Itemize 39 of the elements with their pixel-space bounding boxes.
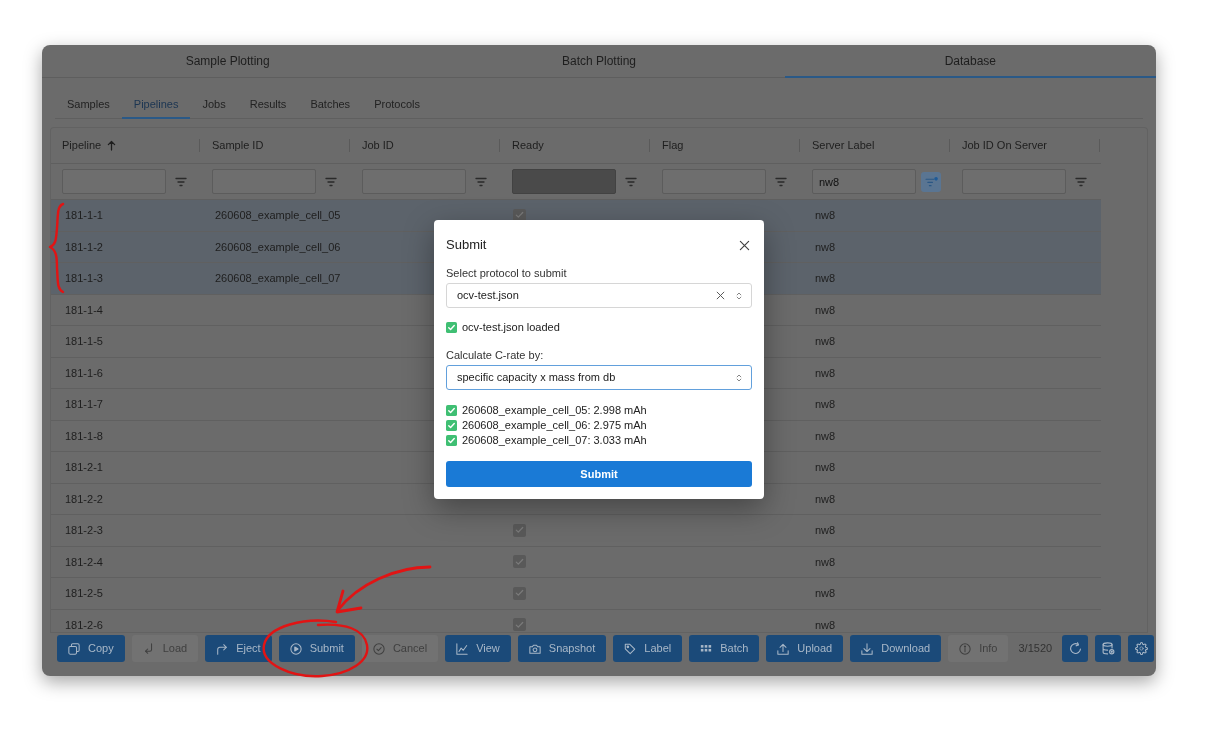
- dialog-title: Submit: [446, 236, 487, 255]
- sample-id: 260608_example_cell_05: [215, 208, 341, 223]
- server-label: nw8: [815, 617, 836, 632]
- server-label: nw8: [815, 271, 836, 286]
- server-label: nw8: [815, 239, 836, 255]
- pipeline-id: 181-2-3: [65, 523, 103, 538]
- server-label: nw8: [815, 428, 836, 444]
- status-text: ocv-test.json loaded: [462, 320, 560, 336]
- pipeline-id: 181-1-8: [65, 428, 103, 444]
- field-label: Select protocol to submit: [446, 266, 568, 280]
- pipeline-id: 181-1-2: [65, 239, 103, 255]
- server-label: nw8: [815, 554, 836, 570]
- pipeline-id: 181-1-6: [65, 365, 103, 381]
- server-label: nw8: [815, 491, 836, 507]
- server-label: nw8: [815, 523, 836, 538]
- pipeline-id: 181-2-1: [65, 460, 103, 475]
- pipeline-id: 181-2-6: [65, 617, 103, 632]
- selection-count: 3/1520: [1017, 641, 1054, 657]
- server-label: nw8: [815, 460, 836, 475]
- pipeline-id: 181-1-3: [65, 271, 103, 286]
- capacity-text: 260608_example_cell_06: 2.975 mAh: [462, 418, 647, 434]
- capacity-text: 260608_example_cell_07: 3.033 mAh: [462, 433, 647, 449]
- pipeline-id: 181-2-2: [65, 491, 103, 507]
- capacity-text: 260608_example_cell_05: 2.998 mAh: [462, 403, 647, 419]
- pipeline-id: 181-2-4: [65, 554, 103, 570]
- pipeline-id: 181-2-5: [65, 586, 103, 601]
- server-label: nw8: [815, 208, 836, 223]
- pipeline-id: 181-1-5: [65, 334, 103, 349]
- server-label: nw8: [815, 586, 836, 601]
- server-label: nw8: [815, 334, 836, 349]
- server-label: nw8: [815, 397, 836, 412]
- field-label: Calculate C-rate by:: [446, 348, 545, 362]
- sample-id: 260608_example_cell_06: [215, 239, 341, 255]
- server-label: nw8: [815, 302, 836, 318]
- pipeline-id: 181-1-7: [65, 397, 103, 412]
- pipeline-id: 181-1-1: [65, 208, 103, 223]
- server-label: nw8: [815, 365, 836, 381]
- sample-id: 260608_example_cell_07: [215, 271, 341, 286]
- pipeline-id: 181-1-4: [65, 302, 103, 318]
